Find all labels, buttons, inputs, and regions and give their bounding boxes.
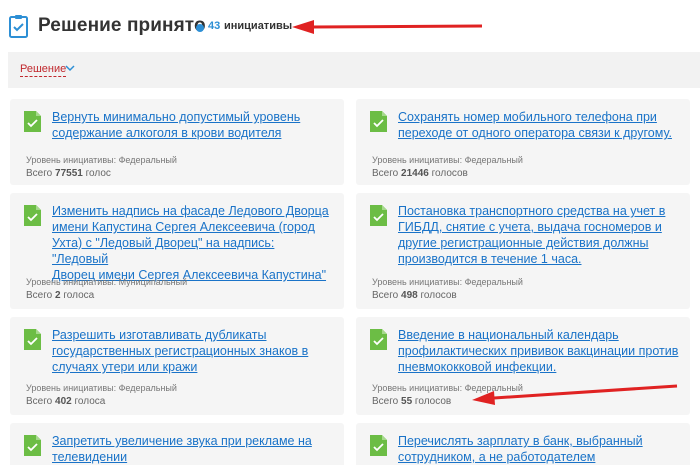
initiative-title-link[interactable]: Вернуть минимально допустимый уровень сод…	[52, 109, 334, 141]
initiatives-grid: Вернуть минимально допустимый уровень сод…	[0, 0, 700, 465]
initiative-card: Разрешить изготавливать дубликаты государ…	[10, 317, 344, 415]
initiative-votes: Всего 2 голоса	[26, 290, 95, 301]
initiative-level: Уровень инициативы: Федеральный	[372, 277, 523, 287]
initiative-title-link[interactable]: Введение в национальный календарь профила…	[398, 327, 680, 375]
initiative-level: Уровень инициативы: Федеральный	[26, 383, 177, 393]
initiative-votes: Всего 21446 голосов	[372, 168, 468, 179]
initiative-title-link[interactable]: Изменить надпись на фасаде Ледового Двор…	[52, 203, 334, 283]
initiative-level: Уровень инициативы: Муниципальный	[26, 277, 188, 287]
document-check-icon	[370, 111, 387, 132]
initiative-title-link[interactable]: Запретить увеличение звука при рекламе н…	[52, 433, 334, 465]
initiative-votes: Всего 402 голоса	[26, 396, 106, 407]
initiative-title-link[interactable]: Постановка транспортного средства на уче…	[398, 203, 680, 267]
document-check-icon	[370, 435, 387, 456]
initiative-level: Уровень инициативы: Федеральный	[26, 155, 177, 165]
initiative-card: Запретить увеличение звука при рекламе н…	[10, 423, 344, 465]
initiative-title-link[interactable]: Сохранять номер мобильного телефона при п…	[398, 109, 680, 141]
initiative-card: Изменить надпись на фасаде Ледового Двор…	[10, 193, 344, 309]
initiative-votes: Всего 498 голосов	[372, 290, 457, 301]
initiative-card: Сохранять номер мобильного телефона при п…	[356, 99, 690, 185]
initiative-card: Постановка транспортного средства на уче…	[356, 193, 690, 309]
document-check-icon	[24, 111, 41, 132]
initiative-card: Перечислять зарплату в банк, выбранный со…	[356, 423, 690, 465]
document-check-icon	[24, 205, 41, 226]
document-check-icon	[370, 205, 387, 226]
initiative-votes: Всего 55 голосов	[372, 396, 452, 407]
initiative-card: Вернуть минимально допустимый уровень сод…	[10, 99, 344, 185]
initiative-title-link[interactable]: Разрешить изготавливать дубликаты государ…	[52, 327, 334, 375]
initiative-level: Уровень инициативы: Федеральный	[372, 155, 523, 165]
document-check-icon	[24, 435, 41, 456]
initiative-title-link[interactable]: Перечислять зарплату в банк, выбранный со…	[398, 433, 680, 465]
initiative-votes: Всего 77551 голос	[26, 168, 111, 179]
red-arrow-annotation-icon	[472, 384, 678, 405]
document-check-icon	[24, 329, 41, 350]
document-check-icon	[370, 329, 387, 350]
